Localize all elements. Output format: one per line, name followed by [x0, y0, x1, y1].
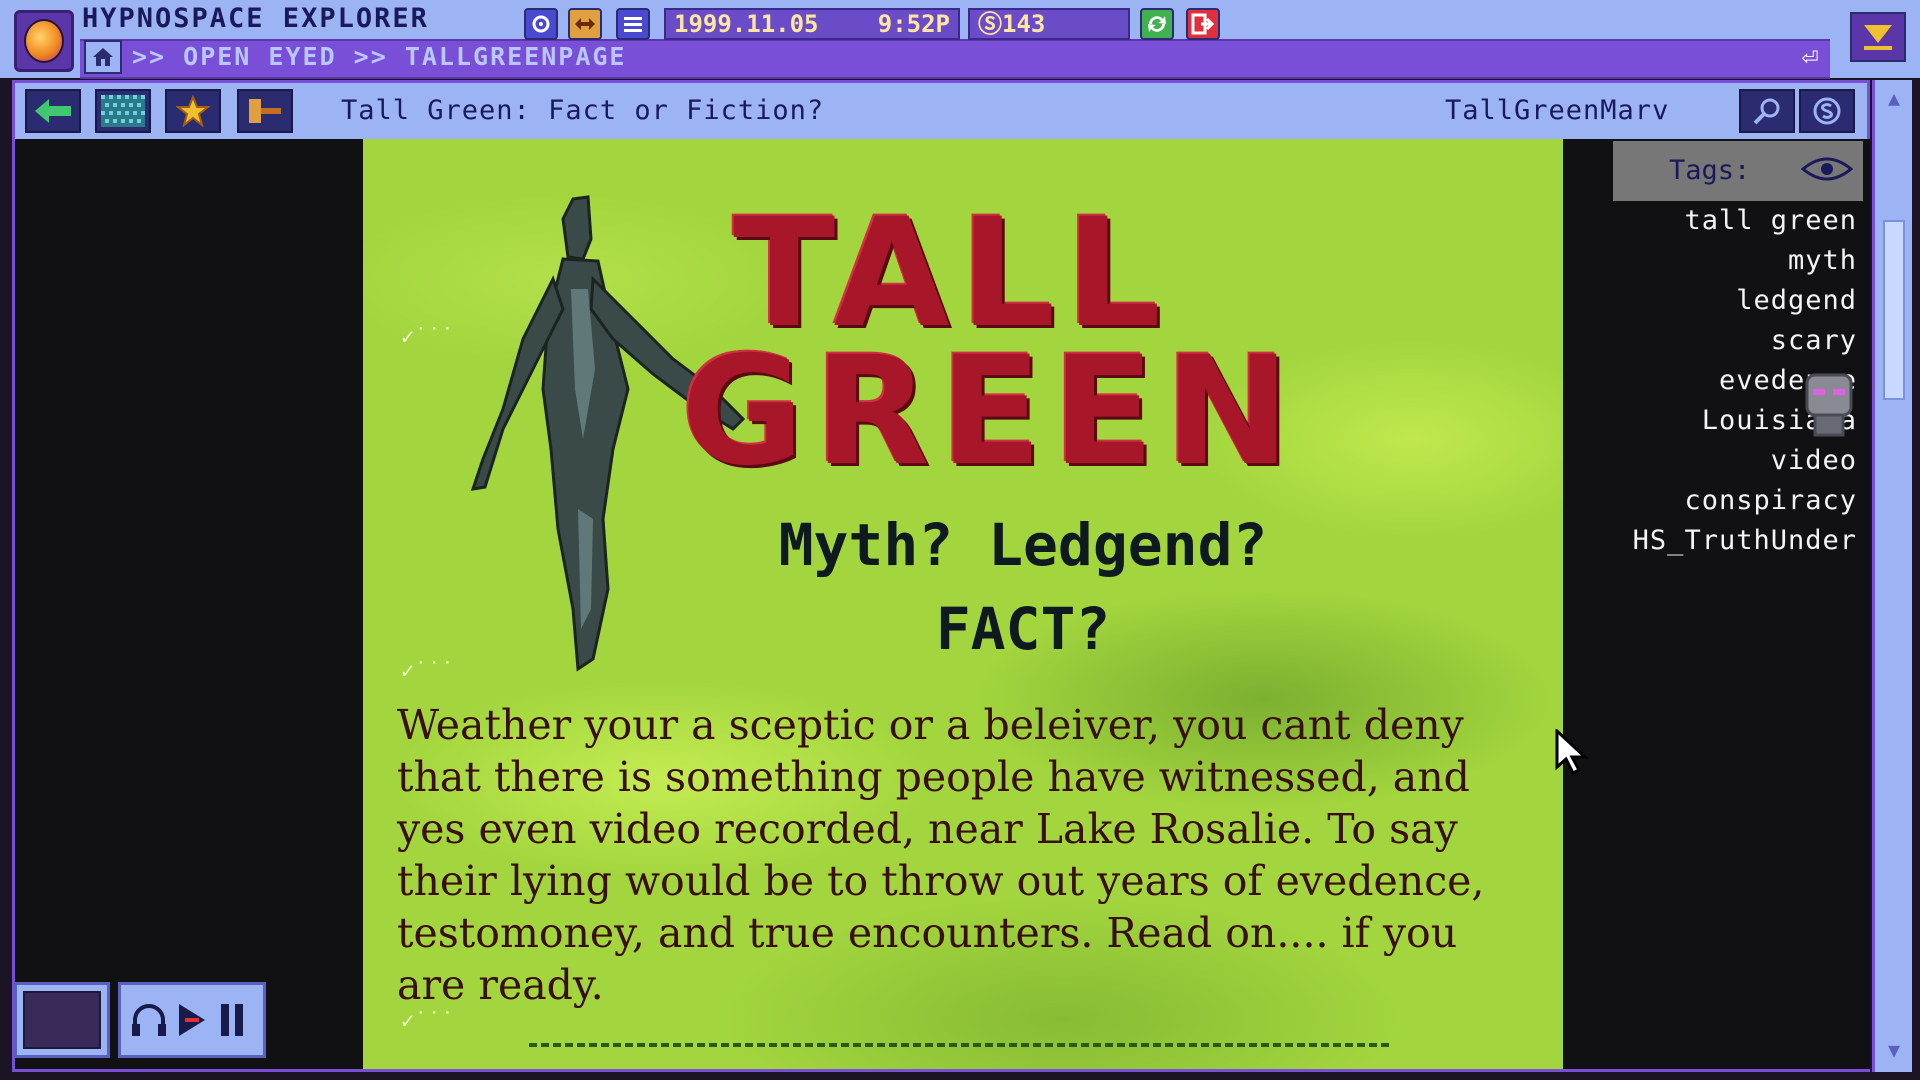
home-icon[interactable] — [84, 40, 122, 74]
tag-link[interactable]: myth — [1575, 241, 1857, 281]
tag-link[interactable]: scary — [1575, 321, 1857, 361]
menu-icon[interactable] — [616, 8, 650, 40]
hypnospace-page: ✓˙˙˙ ✓˙˙˙ ✓˙˙˙ TALL GREEN Myth? Ledgend?… — [363, 139, 1563, 1069]
headphones-icon[interactable] — [129, 1000, 169, 1040]
time-text: 9:52P — [877, 10, 950, 38]
vertical-scrollbar[interactable]: ▲ ▼ — [1872, 80, 1912, 1072]
top-bar: HYPNOSPACE EXPLORER 1999.11.05 9:52P Ⓢ14… — [0, 0, 1920, 79]
play-icon[interactable] — [175, 1000, 211, 1040]
coin-count: Ⓢ143 — [978, 10, 1046, 38]
page-viewport[interactable]: ✓˙˙˙ ✓˙˙˙ ✓˙˙˙ TALL GREEN Myth? Ledgend?… — [15, 139, 1870, 1069]
headline-green: GREEN — [681, 325, 1301, 499]
sparkle-decoration: ✓˙˙˙ — [401, 325, 454, 350]
tags-label: Tags: — [1669, 155, 1751, 186]
media-preview[interactable] — [14, 982, 110, 1058]
page-toolbar: Tall Green: Fact or Fiction? TallGreenMa… — [15, 83, 1867, 139]
coin-icon[interactable] — [1799, 89, 1855, 133]
sparkle-decoration: ✓˙˙˙ — [401, 1009, 454, 1034]
mouse-cursor-icon — [1555, 729, 1589, 775]
tag-link[interactable]: video — [1575, 441, 1857, 481]
tag-link[interactable]: conspiracy — [1575, 481, 1857, 521]
tag-link[interactable]: HS_TruthUnder — [1575, 521, 1857, 561]
sparkle-decoration: ✓˙˙˙ — [401, 659, 454, 684]
browser-window: Tall Green: Fact or Fiction? TallGreenMa… — [12, 80, 1870, 1072]
refresh-icon[interactable] — [1140, 8, 1174, 40]
minimize-icon[interactable] — [1850, 12, 1906, 62]
resize-icon[interactable] — [568, 8, 602, 40]
address-bar[interactable]: >> OPEN EYED >> TALLGREENPAGE — [132, 40, 627, 74]
clock-readout: 1999.11.05 9:52P — [664, 8, 960, 40]
hypnocoin-counter: Ⓢ143 — [968, 8, 1130, 40]
app-title: HYPNOSPACE EXPLORER — [82, 3, 429, 34]
hammer-icon[interactable] — [237, 89, 293, 133]
media-controls — [118, 982, 266, 1058]
eye-icon[interactable] — [1801, 155, 1853, 183]
tags-header: Tags: — [1613, 141, 1863, 201]
exit-icon[interactable] — [1186, 8, 1220, 40]
date-text: 1999.11.05 — [674, 10, 819, 38]
pause-icon[interactable] — [217, 1000, 247, 1040]
subheading-fact: FACT? — [935, 595, 1111, 663]
scroll-up-arrow-icon[interactable]: ▲ — [1881, 86, 1907, 110]
dashed-divider — [529, 1043, 1389, 1047]
back-arrow-icon[interactable] — [25, 89, 81, 133]
page-author[interactable]: TallGreenMarv — [1445, 91, 1669, 131]
search-icon[interactable] — [1739, 89, 1795, 133]
scroll-thumb[interactable] — [1883, 220, 1905, 400]
intro-paragraph: Weather your a sceptic or a beleiver, yo… — [397, 701, 1485, 1009]
star-icon[interactable] — [165, 89, 221, 133]
tag-link[interactable]: ledgend — [1575, 281, 1857, 321]
page-title: Tall Green: Fact or Fiction? — [341, 95, 825, 126]
mascot-icon[interactable] — [1801, 371, 1857, 441]
subheading-myth-legend: Myth? Ledgend? — [778, 511, 1268, 579]
tag-link[interactable]: tall green — [1575, 201, 1857, 241]
app-logo-icon[interactable] — [14, 10, 74, 72]
return-arrow-icon[interactable]: ⏎ — [1792, 42, 1828, 72]
scroll-down-arrow-icon[interactable]: ▼ — [1881, 1038, 1907, 1062]
pattern-icon[interactable] — [95, 89, 151, 133]
settings-icon[interactable] — [524, 8, 558, 40]
